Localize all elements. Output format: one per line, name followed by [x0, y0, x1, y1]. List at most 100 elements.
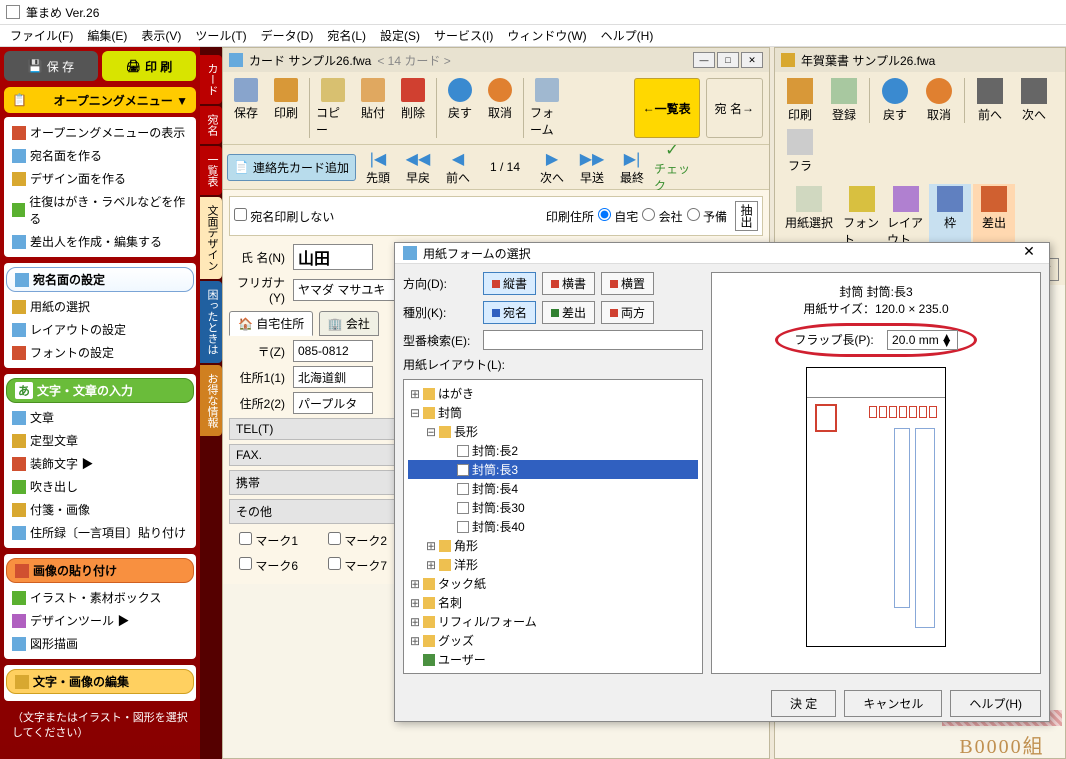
nav-first-button[interactable]: |◀先頭: [360, 149, 396, 185]
addr2-input[interactable]: [293, 392, 373, 414]
sidebar-template-text[interactable]: 定型文章: [6, 429, 194, 452]
sidebar-paper-select[interactable]: 用紙の選択: [6, 295, 194, 318]
rtb-redo-button[interactable]: 取消: [918, 76, 960, 125]
sidebar-font-settings[interactable]: フォントの設定: [6, 341, 194, 364]
nav-prev-button[interactable]: ◀前へ: [440, 149, 476, 185]
kind-both-button[interactable]: 両方: [601, 301, 654, 324]
rtb-print-button[interactable]: 印刷: [779, 76, 821, 125]
rtb-prev-button[interactable]: 前へ: [969, 76, 1011, 125]
dialog-cancel-button[interactable]: キャンセル: [844, 690, 942, 717]
name-input[interactable]: [293, 244, 373, 270]
print-button[interactable]: 🖨 印 刷: [102, 51, 196, 81]
tb-atena-button[interactable]: 宛 名 →: [706, 78, 763, 138]
menu-tool[interactable]: ツール(T): [189, 25, 252, 46]
card-maximize-button[interactable]: □: [717, 52, 739, 68]
sidebar-balloon[interactable]: 吹き出し: [6, 475, 194, 498]
rtb-fra-button[interactable]: フラ: [779, 127, 821, 176]
sidebar-show-opening[interactable]: オープニングメニューの表示: [6, 121, 194, 144]
sidebar-edit-sender[interactable]: 差出人を作成・編集する: [6, 230, 194, 253]
rtb-font-button[interactable]: フォント: [841, 184, 883, 250]
tree-goods[interactable]: グッズ: [438, 632, 474, 649]
rtb-frame-button[interactable]: 枠: [929, 184, 971, 250]
menu-edit[interactable]: 編集(E): [81, 25, 133, 46]
menu-view[interactable]: 表示(V): [135, 25, 187, 46]
vtab-design[interactable]: 文面デザイン: [200, 197, 222, 279]
addr1-input[interactable]: [293, 366, 373, 388]
menu-data[interactable]: データ(D): [255, 25, 320, 46]
vtab-atena[interactable]: 宛名: [200, 106, 222, 144]
rtb-next-button[interactable]: 次へ: [1013, 76, 1055, 125]
menu-file[interactable]: ファイル(F): [4, 25, 79, 46]
tree-meishi[interactable]: 名刺: [438, 594, 462, 611]
tree-naga4[interactable]: 封筒:長4: [472, 480, 518, 497]
tb-delete-button[interactable]: 削除: [394, 76, 432, 140]
nav-next-button[interactable]: ▶次へ: [534, 149, 570, 185]
tree-user[interactable]: ユーザー: [438, 651, 486, 668]
tb-listview-button[interactable]: ← 一覧表: [634, 78, 700, 138]
tb-redo-button[interactable]: 取消: [481, 76, 519, 140]
sidebar-sticky-image[interactable]: 付箋・画像: [6, 498, 194, 521]
kind-atena-button[interactable]: 宛名: [483, 301, 536, 324]
rtb-layout-button[interactable]: レイアウト: [885, 184, 927, 250]
radio-work[interactable]: 会社: [642, 208, 682, 225]
vtab-card[interactable]: カード: [200, 55, 222, 104]
sidebar-make-addrface[interactable]: 宛名面を作る: [6, 144, 194, 167]
nav-ff-button[interactable]: ▶▶早送: [574, 149, 610, 185]
sidebar-layout-settings[interactable]: レイアウトの設定: [6, 318, 194, 341]
sidebar-deco-text[interactable]: 装飾文字 ▶: [6, 452, 194, 475]
tb-copy-button[interactable]: コピー: [314, 76, 352, 140]
sidebar-text[interactable]: 文章: [6, 406, 194, 429]
tb-form-button[interactable]: フォーム: [528, 76, 566, 140]
tree-naga30[interactable]: 封筒:長30: [472, 499, 525, 516]
menu-atena[interactable]: 宛名(L): [321, 25, 372, 46]
vtab-help[interactable]: 困ったときは: [200, 281, 222, 363]
card-close-button[interactable]: ✕: [741, 52, 763, 68]
sidebar-hdr-image-paste[interactable]: 画像の貼り付け: [6, 558, 194, 583]
rtb-paper-button[interactable]: 用紙選択: [779, 184, 839, 250]
rtb-undo-button[interactable]: 戻す: [874, 76, 916, 125]
zip-input[interactable]: [293, 340, 373, 362]
tb-save-button[interactable]: 保存: [227, 76, 265, 140]
sidebar-hdr-addr-settings[interactable]: 宛名面の設定: [6, 267, 194, 292]
dialog-help-button[interactable]: ヘルプ(H): [950, 690, 1041, 717]
tree-naga2[interactable]: 封筒:長2: [472, 442, 518, 459]
tree-envelope[interactable]: 封筒: [438, 404, 462, 421]
tb-print-button[interactable]: 印刷: [267, 76, 305, 140]
tb-paste-button[interactable]: 貼付: [354, 76, 392, 140]
menu-help[interactable]: ヘルプ(H): [595, 25, 660, 46]
dir-landscape-button[interactable]: 横置: [601, 272, 654, 295]
spinner-down-icon[interactable]: ▼: [941, 340, 953, 346]
sidebar-hdr-text-input[interactable]: あ文字・文章の入力: [6, 378, 194, 403]
nav-check-button[interactable]: ✓チェック: [654, 149, 690, 185]
tree-naga3-selected[interactable]: 封筒:長3: [408, 460, 698, 479]
nav-last-button[interactable]: ▶|最終: [614, 149, 650, 185]
vtab-info[interactable]: お得な情報: [200, 365, 222, 436]
chk-mark6[interactable]: マーク6: [239, 557, 298, 574]
tree-hagaki[interactable]: はがき: [438, 385, 474, 402]
opening-menu-button[interactable]: 📋オープニングメニュー ▼: [4, 87, 196, 113]
dir-horizontal-button[interactable]: 横書: [542, 272, 595, 295]
radio-home[interactable]: 自宅: [598, 208, 638, 225]
dialog-close-button[interactable]: ✕: [1017, 243, 1041, 263]
sidebar-illust-box[interactable]: イラスト・素材ボックス: [6, 586, 194, 609]
tree-naga[interactable]: 長形: [454, 423, 478, 440]
menu-window[interactable]: ウィンドウ(W): [501, 25, 592, 46]
tree-refill[interactable]: リフィル/フォーム: [438, 613, 537, 630]
paper-layout-tree[interactable]: ⊞はがき ⊟封筒 ⊟長形 封筒:長2 封筒:長3 封筒:長4 封筒:長30 封筒…: [403, 379, 703, 674]
subtab-home[interactable]: 🏠 自宅住所: [229, 311, 313, 336]
dialog-ok-button[interactable]: 決 定: [771, 690, 836, 717]
nav-rewind-button[interactable]: ◀◀早戻: [400, 149, 436, 185]
save-button[interactable]: 💾 保 存: [4, 51, 98, 81]
tree-you[interactable]: 洋形: [454, 556, 478, 573]
chk-mark1[interactable]: マーク1: [239, 532, 298, 549]
tree-tack[interactable]: タック紙: [438, 575, 486, 592]
sidebar-make-design[interactable]: デザイン面を作る: [6, 167, 194, 190]
card-minimize-button[interactable]: —: [693, 52, 715, 68]
tree-kaku[interactable]: 角形: [454, 537, 478, 554]
tb-undo-button[interactable]: 戻す: [441, 76, 479, 140]
menu-settings[interactable]: 設定(S): [374, 25, 426, 46]
tree-naga40[interactable]: 封筒:長40: [472, 518, 525, 535]
add-contact-button[interactable]: 📄 連絡先カード追加: [227, 154, 356, 181]
sidebar-make-reply-label[interactable]: 往復はがき・ラベルなどを作る: [6, 190, 194, 230]
kana-input[interactable]: [293, 279, 403, 301]
